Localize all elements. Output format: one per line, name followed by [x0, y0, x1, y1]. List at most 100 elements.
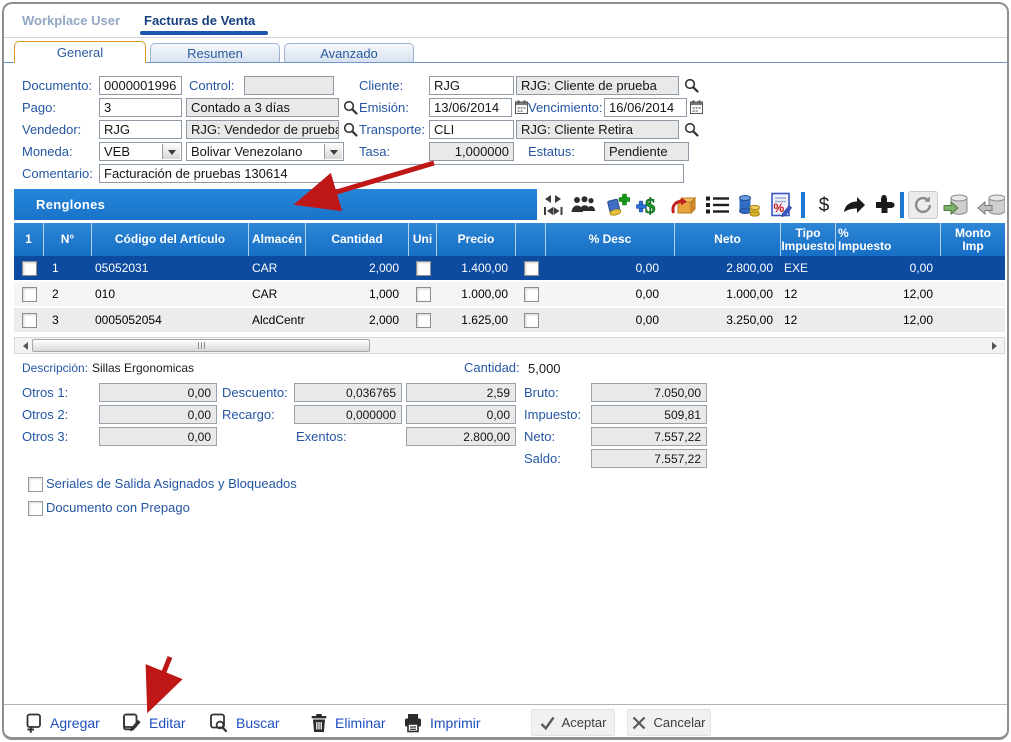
editar-label: Editar: [149, 715, 186, 731]
tab-workplace-user[interactable]: Workplace User: [22, 13, 120, 28]
otros2-field: 0,00: [99, 405, 217, 424]
plugin-icon[interactable]: [870, 191, 898, 219]
col-header-select[interactable]: 1: [14, 223, 44, 256]
subtab-avanzado[interactable]: Avanzado: [284, 43, 414, 62]
table-row[interactable]: 30005052054AlcdCentr2,0001.625,000,003.2…: [14, 308, 1005, 334]
svg-text:$: $: [645, 194, 656, 218]
cell-checkbox: [14, 282, 44, 306]
impuesto-field: 509,81: [591, 405, 707, 424]
subtab-resumen[interactable]: Resumen: [150, 43, 280, 62]
add-charge-icon[interactable]: $: [635, 191, 663, 219]
imprimir-button[interactable]: Imprimir: [403, 713, 481, 733]
comentario-field[interactable]: Facturación de pruebas 130614: [99, 164, 684, 183]
vendedor-search-icon[interactable]: [342, 121, 358, 137]
row-select-checkbox[interactable]: [22, 287, 37, 302]
pago-code-field[interactable]: 3: [99, 98, 182, 117]
cell-checkbox: [409, 256, 437, 280]
vencimiento-calendar-icon[interactable]: [688, 99, 704, 115]
pago-search-icon[interactable]: [342, 99, 358, 115]
item-stats-icon[interactable]: [735, 191, 763, 219]
cell-tipo-impuesto: 12: [781, 282, 836, 306]
row-select-checkbox[interactable]: [22, 261, 37, 276]
eliminar-button[interactable]: Eliminar: [310, 713, 386, 733]
cell-tipo-impuesto: 12: [781, 308, 836, 332]
vencimiento-field[interactable]: 16/06/2014: [604, 98, 687, 117]
item-list-icon[interactable]: [703, 191, 731, 219]
cliente-search-icon[interactable]: [683, 77, 699, 93]
emision-field[interactable]: 13/06/2014: [429, 98, 512, 117]
descuento-label: Descuento:: [222, 385, 288, 400]
buscar-button[interactable]: Buscar: [209, 713, 280, 733]
vendedor-code-field[interactable]: RJG: [99, 120, 182, 139]
currency-icon[interactable]: $: [810, 191, 838, 219]
col-header-precio[interactable]: Precio: [437, 223, 516, 256]
row-select-checkbox[interactable]: [22, 313, 37, 328]
col-header-desc[interactable]: % Desc: [546, 223, 675, 256]
participants-icon[interactable]: [569, 191, 597, 219]
uni-checkbox[interactable]: [416, 313, 431, 328]
grid-horizontal-scrollbar[interactable]: [14, 337, 1005, 354]
col-header-tipo-impuesto[interactable]: Tipo Impuesto: [781, 223, 836, 256]
comentario-label: Comentario:: [22, 166, 93, 181]
uni-checkbox[interactable]: [416, 261, 431, 276]
cell-pct-impuesto: 0,00: [836, 256, 941, 280]
col-header-neto[interactable]: Neto: [675, 223, 781, 256]
uni-checkbox[interactable]: [416, 287, 431, 302]
db-export-icon[interactable]: [943, 191, 971, 219]
scrollbar-thumb[interactable]: [32, 339, 370, 352]
return-item-icon[interactable]: [669, 191, 697, 219]
bruto-label: Bruto:: [524, 385, 559, 400]
discount-document-icon[interactable]: %: [767, 191, 795, 219]
aceptar-button[interactable]: Aceptar: [531, 709, 615, 736]
row-flag-checkbox[interactable]: [524, 261, 539, 276]
prepago-checkbox[interactable]: [28, 501, 43, 516]
renglones-section-header: Renglones: [14, 189, 537, 220]
scroll-right-icon[interactable]: [988, 338, 1004, 353]
row-flag-checkbox[interactable]: [524, 287, 539, 302]
send-icon[interactable]: [840, 191, 868, 219]
moneda-dropdown-icon[interactable]: [162, 144, 180, 159]
table-row[interactable]: 2010CAR1,0001.000,000,001.000,001212,00: [14, 282, 1005, 308]
col-header-codigo[interactable]: Código del Artículo: [92, 223, 249, 256]
cell-pct-impuesto: 12,00: [836, 282, 941, 306]
col-header-blank: [516, 223, 546, 256]
row-flag-checkbox[interactable]: [524, 313, 539, 328]
cliente-label: Cliente:: [359, 78, 403, 93]
moneda-desc-select[interactable]: Bolivar Venezolano: [186, 142, 344, 161]
db-import-icon[interactable]: [977, 191, 1005, 219]
tab-facturas-de-venta[interactable]: Facturas de Venta: [144, 13, 255, 28]
cell-monto-impuesto: [941, 282, 1005, 306]
scroll-left-icon[interactable]: [15, 338, 31, 353]
window: Workplace User Facturas de Venta General…: [2, 2, 1009, 740]
agregar-button[interactable]: Agregar: [24, 713, 100, 733]
cancelar-button[interactable]: Cancelar: [627, 709, 711, 736]
editar-button[interactable]: Editar: [122, 713, 186, 733]
add-item-icon[interactable]: [603, 191, 631, 219]
aceptar-label: Aceptar: [562, 715, 607, 730]
emision-calendar-icon[interactable]: [513, 99, 529, 115]
control-label: Control:: [189, 78, 235, 93]
transporte-search-icon[interactable]: [683, 121, 699, 137]
col-header-uni[interactable]: Uni: [409, 223, 437, 256]
seriales-checkbox[interactable]: [28, 477, 43, 492]
col-header-monto-impuesto[interactable]: Monto Imp: [941, 223, 1005, 256]
col-header-cantidad[interactable]: Cantidad: [306, 223, 409, 256]
moneda-code-value: VEB: [104, 144, 130, 159]
vendedor-desc-field: RJG: Vendedor de prueba: [186, 120, 339, 139]
cliente-desc-field: RJG: Cliente de prueba: [516, 76, 679, 95]
table-row[interactable]: 105052031CAR2,0001.400,000,002.800,00EXE…: [14, 256, 1005, 282]
refresh-icon[interactable]: [908, 191, 938, 219]
cliente-code-field[interactable]: RJG: [429, 76, 514, 95]
control-field[interactable]: [244, 76, 334, 95]
col-header-numero[interactable]: N°: [44, 223, 92, 256]
col-header-almacen[interactable]: Almacén: [249, 223, 306, 256]
moneda-label: Moneda:: [22, 144, 73, 159]
col-header-pct-impuesto[interactable]: % Impuesto: [836, 223, 941, 256]
transporte-code-field[interactable]: CLI: [429, 120, 514, 139]
saldo-label: Saldo:: [524, 451, 561, 466]
moneda-code-select[interactable]: VEB: [99, 142, 182, 161]
subtab-general[interactable]: General: [14, 41, 146, 63]
grid-nav-icons[interactable]: [539, 191, 567, 219]
documento-field[interactable]: 0000001996: [99, 76, 182, 95]
moneda-desc-dropdown-icon[interactable]: [324, 144, 342, 159]
